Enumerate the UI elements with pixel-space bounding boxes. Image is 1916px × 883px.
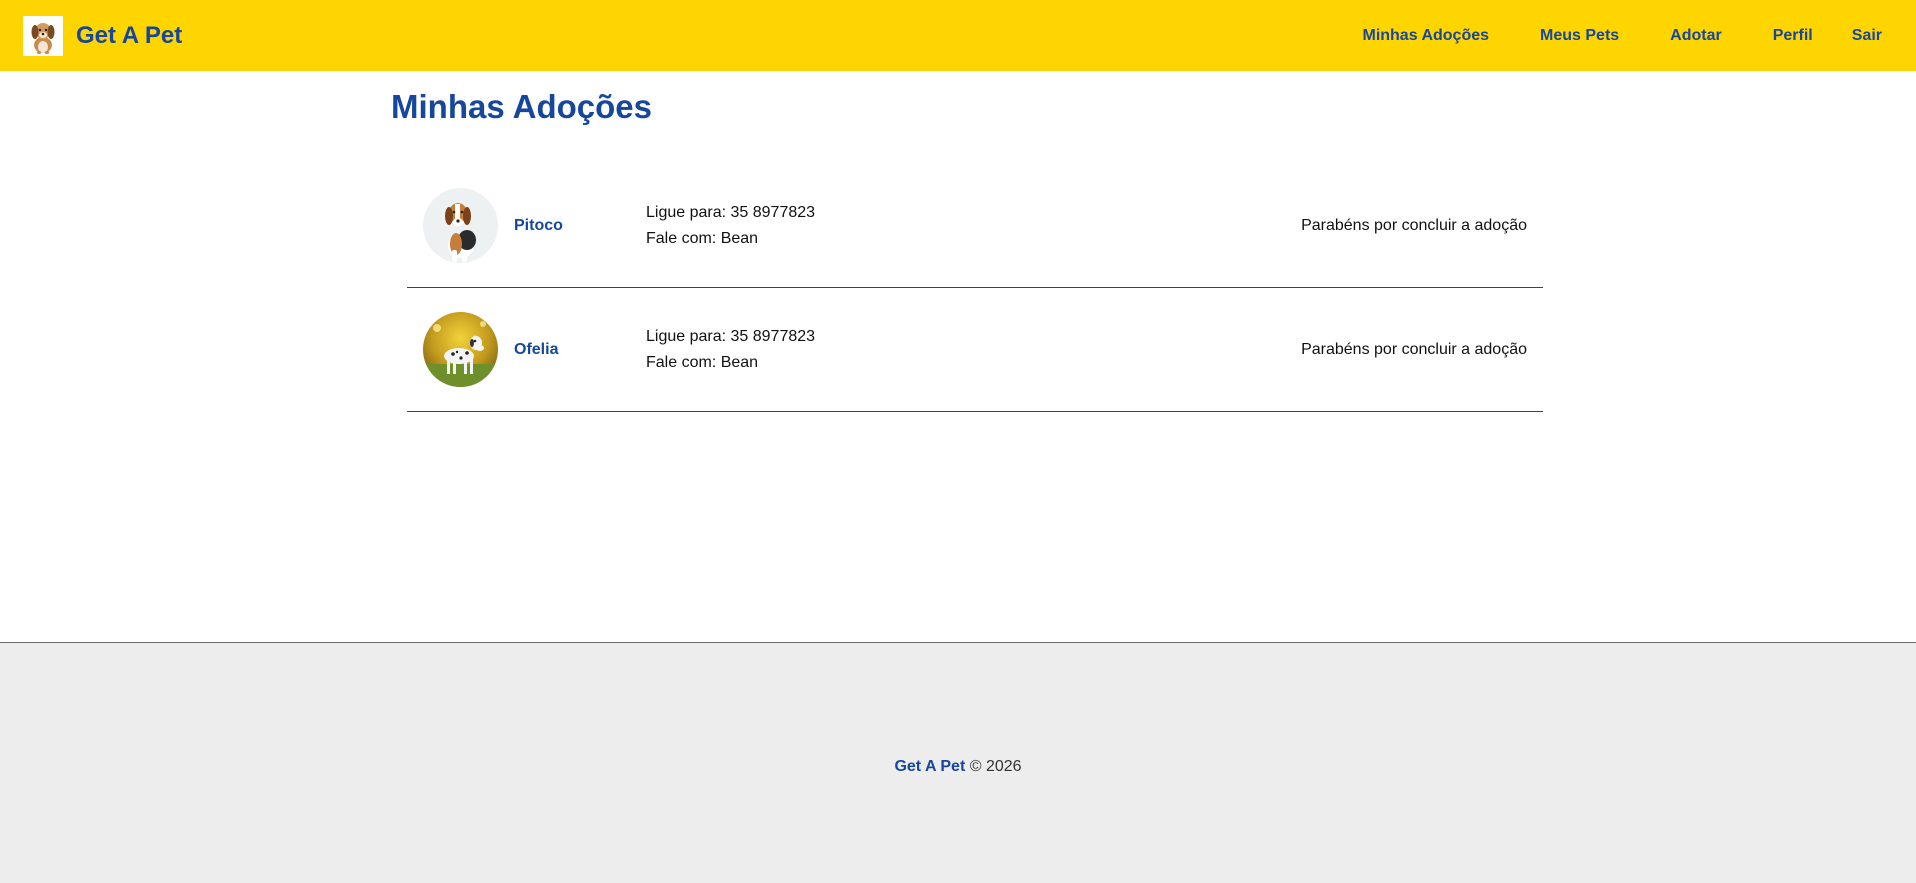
adoption-status: Parabéns por concluir a adoção — [1301, 340, 1527, 358]
nav-item-perfil[interactable]: Perfil — [1773, 27, 1813, 45]
contact-info: Ligue para: 35 8977823 Fale com: Bean — [646, 324, 815, 376]
nav-item-meus-pets[interactable]: Meus Pets — [1540, 27, 1619, 45]
page-title: Minhas Adoções — [391, 88, 652, 125]
pet-name-link[interactable]: Ofelia — [514, 341, 558, 359]
footer-brand: Get A Pet — [894, 758, 966, 775]
phone-text: Ligue para: 35 8977823 — [646, 327, 816, 345]
adoption-status: Parabéns por concluir a adoção — [1301, 216, 1527, 234]
contact-name-text: Fale com: Bean — [646, 353, 759, 371]
nav-item-adotar[interactable]: Adotar — [1670, 27, 1722, 45]
main-content: Minhas Adoções Pitoco Ligue para: 35 897… — [391, 71, 1543, 412]
adoption-row: Pitoco Ligue para: 35 8977823 Fale com: … — [407, 164, 1543, 288]
brand[interactable]: Get A Pet — [23, 15, 182, 56]
dalmatian-photo — [423, 312, 498, 387]
main-nav: Minhas Adoções Meus Pets Adotar Perfil S… — [1362, 27, 1882, 45]
pet-name-link[interactable]: Pitoco — [514, 217, 563, 235]
footer-copyright: © 2026 — [969, 758, 1022, 775]
contact-info: Ligue para: 35 8977823 Fale com: Bean — [646, 200, 815, 252]
navbar: Get A Pet Minhas Adoções Meus Pets Adota… — [0, 0, 1916, 71]
nav-item-minhas-adocoes[interactable]: Minhas Adoções — [1362, 27, 1489, 45]
adoption-row: Ofelia Ligue para: 35 8977823 Fale com: … — [407, 288, 1543, 412]
contact-name-text: Fale com: Bean — [646, 229, 759, 247]
footer: Get A Pet © 2026 — [0, 642, 1916, 883]
dog-logo-icon — [23, 15, 63, 56]
beagle-photo — [423, 188, 498, 263]
footer-text: Get A Pet © 2026 — [894, 758, 1021, 776]
brand-name[interactable]: Get A Pet — [76, 22, 182, 50]
adoption-list: Pitoco Ligue para: 35 8977823 Fale com: … — [407, 164, 1543, 412]
nav-item-sair[interactable]: Sair — [1852, 27, 1882, 45]
phone-text: Ligue para: 35 8977823 — [646, 203, 816, 221]
